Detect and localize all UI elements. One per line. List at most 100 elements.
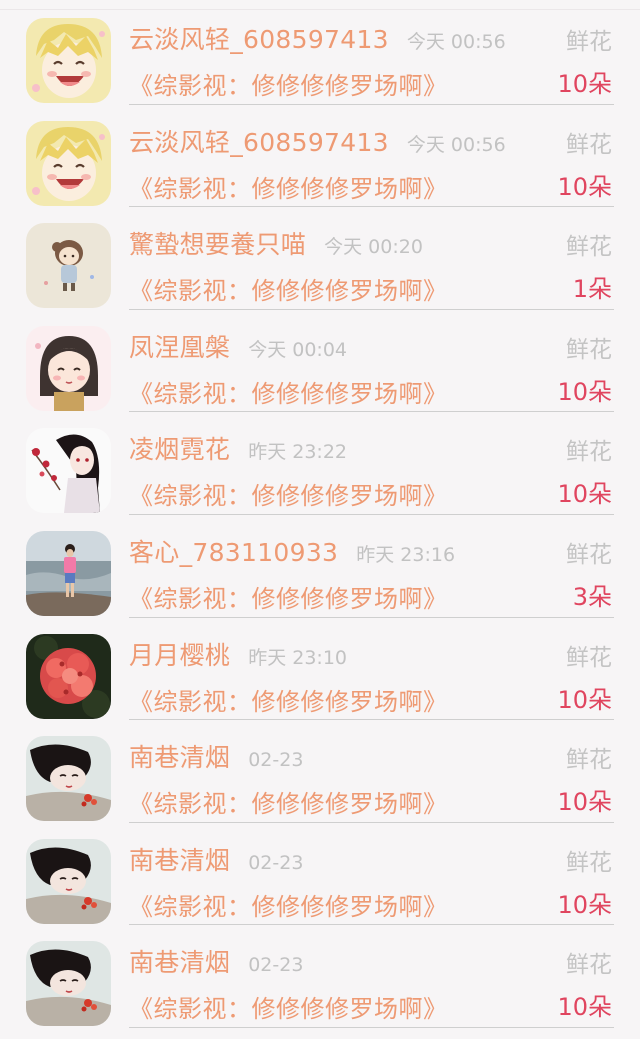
book-title[interactable]: 《综影视：修修修修罗场啊》	[129, 169, 448, 204]
lying-girl-icon	[26, 941, 111, 1027]
top-divider	[0, 0, 640, 10]
list-item[interactable]: 南巷清烟 02-23 鲜花 《综影视：修修修修罗场啊》 10朵	[0, 728, 640, 831]
book-title[interactable]: 《综影视：修修修修罗场啊》	[129, 476, 448, 511]
avatar[interactable]	[26, 633, 111, 719]
row-divider	[129, 616, 614, 618]
user-name[interactable]: 客心_783110933	[129, 533, 338, 569]
gift-count: 10朵	[557, 685, 612, 714]
gift-type: 鲜花	[566, 29, 612, 55]
gift-type: 鲜花	[566, 747, 612, 774]
avatar[interactable]	[26, 530, 111, 616]
timestamp: 02-23	[248, 749, 304, 772]
gift-count: 10朵	[557, 480, 612, 509]
book-title[interactable]: 《综影视：修修修修罗场啊》	[129, 66, 448, 101]
avatar[interactable]	[26, 838, 111, 924]
name-line: 驚蟄想要養只喵 今天 00:20	[129, 225, 423, 261]
gift-count: 10朵	[557, 70, 612, 98]
timestamp: 今天 00:20	[324, 236, 423, 259]
user-name[interactable]: 南巷清烟	[129, 738, 230, 774]
gift-type: 鲜花	[566, 644, 612, 671]
flower-photo-icon	[26, 633, 111, 719]
row-divider	[129, 513, 614, 515]
list-item[interactable]: 南巷清烟 02-23 鲜花 《综影视：修修修修罗场啊》 10朵	[0, 933, 640, 1036]
gift-count: 10朵	[557, 890, 612, 919]
gift-type: 鲜花	[566, 541, 612, 568]
anime-boy-icon	[26, 18, 111, 103]
timestamp: 昨天 23:16	[356, 543, 456, 566]
timestamp: 昨天 23:22	[248, 441, 347, 464]
row-divider	[129, 308, 614, 310]
gift-record-list[interactable]: 云淡风轻_608597413 今天 00:56 鲜花 《综影视：修修修修罗场啊》…	[0, 10, 640, 1036]
anime-boy-icon	[26, 120, 111, 206]
name-line: 凌烟霓花 昨天 23:22	[129, 430, 347, 466]
list-item[interactable]: 云淡风轻_608597413 今天 00:56 鲜花 《综影视：修修修修罗场啊》…	[0, 10, 640, 113]
list-item[interactable]: 云淡风轻_608597413 今天 00:56 鲜花 《综影视：修修修修罗场啊》…	[0, 113, 640, 216]
row-divider	[129, 924, 614, 926]
list-item[interactable]: 凌烟霓花 昨天 23:22 鲜花 《综影视：修修修修罗场啊》 10朵	[0, 420, 640, 523]
list-item[interactable]: 驚蟄想要養只喵 今天 00:20 鲜花 《综影视：修修修修罗场啊》 1朵	[0, 215, 640, 318]
list-item[interactable]: 月月樱桃 昨天 23:10 鲜花 《综影视：修修修修罗场啊》 10朵	[0, 626, 640, 729]
gift-count: 10朵	[557, 993, 612, 1022]
name-line: 南巷清烟 02-23	[129, 943, 303, 979]
user-name[interactable]: 云淡风轻_608597413	[129, 20, 389, 56]
timestamp: 今天 00:56	[406, 133, 506, 156]
name-line: 云淡风轻_608597413 今天 00:56	[129, 123, 506, 159]
book-title[interactable]: 《综影视：修修修修罗场啊》	[129, 374, 448, 409]
user-name[interactable]: 月月樱桃	[129, 636, 230, 672]
row-divider	[129, 719, 614, 721]
row-divider	[129, 821, 614, 823]
gift-count: 10朵	[557, 377, 612, 406]
beach-photo-icon	[26, 530, 111, 616]
anime-girl-icon	[26, 325, 111, 411]
name-line: 凤涅凰槃 今天 00:04	[129, 328, 347, 364]
lying-girl-icon	[26, 838, 111, 924]
gift-type: 鲜花	[566, 849, 612, 876]
list-item[interactable]: 南巷清烟 02-23 鲜花 《综影视：修修修修罗场啊》 10朵	[0, 831, 640, 934]
name-line: 南巷清烟 02-23	[129, 841, 303, 877]
avatar[interactable]	[26, 325, 111, 411]
gift-type: 鲜花	[566, 952, 612, 979]
gift-count: 10朵	[557, 172, 612, 201]
name-line: 南巷清烟 02-23	[129, 738, 303, 774]
gift-count: 3朵	[572, 582, 612, 611]
avatar[interactable]	[26, 223, 111, 309]
gift-type: 鲜花	[566, 131, 612, 158]
timestamp: 今天 00:56	[406, 31, 506, 53]
gift-type: 鲜花	[566, 336, 612, 363]
book-title[interactable]: 《综影视：修修修修罗场啊》	[129, 271, 448, 306]
book-title[interactable]: 《综影视：修修修修罗场啊》	[129, 682, 448, 717]
name-line: 月月樱桃 昨天 23:10	[129, 636, 347, 672]
gift-type: 鲜花	[566, 234, 612, 261]
user-name[interactable]: 云淡风轻_608597413	[129, 123, 389, 159]
timestamp: 02-23	[248, 851, 304, 874]
book-title[interactable]: 《综影视：修修修修罗场啊》	[129, 579, 448, 614]
book-title[interactable]: 《综影视：修修修修罗场啊》	[129, 989, 448, 1024]
timestamp: 02-23	[248, 954, 304, 977]
lying-girl-icon	[26, 736, 111, 822]
avatar[interactable]	[26, 736, 111, 822]
book-title[interactable]: 《综影视：修修修修罗场啊》	[129, 887, 448, 922]
user-name[interactable]: 凌烟霓花	[129, 430, 230, 466]
avatar[interactable]	[26, 428, 111, 514]
avatar[interactable]	[26, 941, 111, 1027]
gift-count: 1朵	[572, 275, 612, 304]
list-item[interactable]: 凤涅凰槃 今天 00:04 鲜花 《综影视：修修修修罗场啊》 10朵	[0, 318, 640, 421]
row-divider	[129, 411, 614, 413]
user-name[interactable]: 驚蟄想要養只喵	[129, 225, 306, 261]
row-divider	[129, 1026, 614, 1028]
name-line: 云淡风轻_608597413 今天 00:56	[129, 20, 506, 56]
avatar[interactable]	[26, 18, 111, 103]
user-name[interactable]: 凤涅凰槃	[129, 328, 230, 364]
user-name[interactable]: 南巷清烟	[129, 943, 230, 979]
row-divider	[129, 206, 614, 208]
user-name[interactable]: 南巷清烟	[129, 841, 230, 877]
list-item[interactable]: 客心_783110933 昨天 23:16 鲜花 《综影视：修修修修罗场啊》 3…	[0, 523, 640, 626]
book-title[interactable]: 《综影视：修修修修罗场啊》	[129, 784, 448, 819]
row-divider	[129, 103, 614, 105]
name-line: 客心_783110933 昨天 23:16	[129, 533, 455, 569]
avatar[interactable]	[26, 120, 111, 206]
timestamp: 昨天 23:10	[248, 646, 347, 669]
timestamp: 今天 00:04	[248, 338, 347, 361]
gift-type: 鲜花	[566, 439, 612, 466]
kimono-girl-icon	[26, 428, 111, 514]
